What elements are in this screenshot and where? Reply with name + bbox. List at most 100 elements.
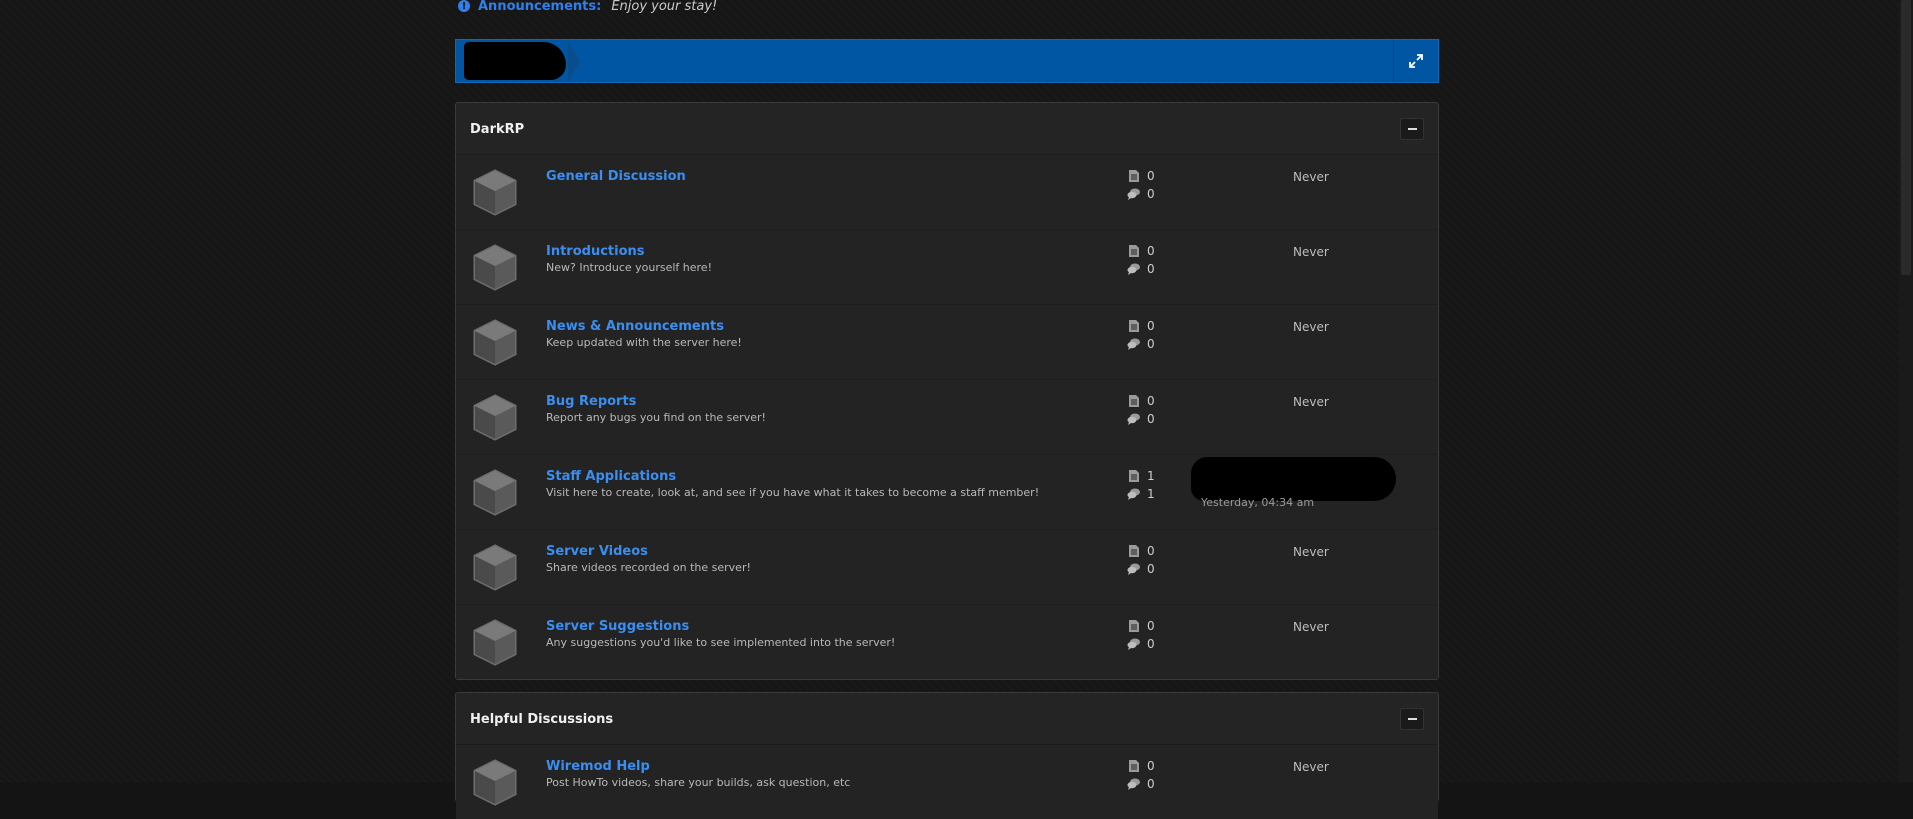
minus-icon [1407, 718, 1417, 720]
last-post-info: Never [1293, 760, 1329, 774]
board-topics-stat: 0 [1127, 412, 1155, 426]
posts-count: 0 [1147, 759, 1155, 773]
board-title-link[interactable]: Server Videos [546, 544, 648, 559]
document-icon [1129, 545, 1139, 557]
board-posts-stat: 1 [1127, 469, 1155, 483]
topics-count: 0 [1147, 562, 1155, 576]
comments-icon [1127, 338, 1140, 350]
board-topics-stat: 0 [1127, 562, 1155, 576]
comments-icon [1127, 488, 1140, 500]
board-posts-stat: 0 [1127, 169, 1155, 183]
breadcrumb-chevron [568, 40, 580, 82]
board-cube-icon[interactable] [472, 468, 518, 516]
category-title: Helpful Discussions [470, 712, 614, 727]
scrollbar-thumb[interactable] [1901, 0, 1911, 275]
posts-count: 0 [1147, 244, 1155, 258]
posts-count: 1 [1147, 469, 1155, 483]
topics-count: 0 [1147, 412, 1155, 426]
board-title-link[interactable]: Bug Reports [546, 394, 636, 409]
board-topics-stat: 0 [1127, 187, 1155, 201]
comments-icon [1127, 413, 1140, 425]
collapse-button[interactable] [1400, 708, 1424, 730]
board-row: News & Announcements Keep updated with th… [456, 304, 1438, 379]
board-row: Staff Applications Visit here to create, … [456, 454, 1438, 529]
board-title-link[interactable]: General Discussion [546, 169, 686, 184]
last-post-info: Never [1293, 170, 1329, 184]
board-topics-stat: 0 [1127, 337, 1155, 351]
board-row: General Discussion 0 0 Never [456, 155, 1438, 229]
last-post-info: Never [1293, 545, 1329, 559]
category-header: DarkRP [456, 103, 1438, 155]
board-title-link[interactable]: Staff Applications [546, 469, 676, 484]
last-post-time: Yesterday, 04:34 am [1201, 496, 1315, 509]
category-helpful-discussions: Helpful Discussions Wiremod Help Post How… [455, 692, 1439, 819]
board-cube-icon[interactable] [472, 543, 518, 591]
page-scrollbar[interactable] [1899, 0, 1913, 782]
document-icon [1129, 170, 1139, 182]
board-posts-stat: 0 [1127, 319, 1155, 333]
announcement-bar: ! Announcements: Enjoy your stay! [458, 0, 717, 14]
board-title-link[interactable]: Server Suggestions [546, 619, 689, 634]
board-row: Server Videos Share videos recorded on th… [456, 529, 1438, 604]
redacted-last-post [1191, 457, 1396, 501]
board-cube-icon[interactable] [472, 393, 518, 441]
category-header: Helpful Discussions [456, 693, 1438, 745]
board-title-link[interactable]: News & Announcements [546, 319, 724, 334]
board-posts-stat: 0 [1127, 544, 1155, 558]
announcement-text: Enjoy your stay! [611, 0, 718, 14]
posts-count: 0 [1147, 544, 1155, 558]
board-title-link[interactable]: Wiremod Help [546, 759, 650, 774]
board-row: Bug Reports Report any bugs you find on t… [456, 379, 1438, 454]
board-description: Report any bugs you find on the server! [546, 411, 766, 424]
board-posts-stat: 0 [1127, 244, 1155, 258]
comments-icon [1127, 778, 1140, 790]
document-icon [1129, 620, 1139, 632]
board-row: Server Suggestions Any suggestions you'd … [456, 604, 1438, 679]
collapse-button[interactable] [1400, 118, 1424, 140]
board-cube-icon[interactable] [472, 618, 518, 666]
minus-icon [1407, 128, 1417, 130]
board-posts-stat: 0 [1127, 759, 1155, 773]
last-post-info: Never [1293, 395, 1329, 409]
expand-icon[interactable] [1393, 40, 1438, 82]
board-title-link[interactable]: Introductions [546, 244, 645, 259]
board-topics-stat: 0 [1127, 777, 1155, 791]
posts-count: 0 [1147, 619, 1155, 633]
board-topics-stat: 1 [1127, 487, 1155, 501]
board-description: Post HowTo videos, share your builds, as… [546, 776, 851, 789]
board-posts-stat: 0 [1127, 394, 1155, 408]
last-post-info: Never [1293, 245, 1329, 259]
category-darkrp: DarkRP General Discussion 0 0 Never Introduc… [455, 102, 1439, 680]
board-description: Any suggestions you'd like to see implem… [546, 636, 896, 649]
document-icon [1129, 395, 1139, 407]
document-icon [1129, 760, 1139, 772]
board-row: Introductions New? Introduce yourself her… [456, 229, 1438, 304]
board-description: Keep updated with the server here! [546, 336, 742, 349]
breadcrumb-navbar [455, 39, 1439, 83]
board-row: Wiremod Help Post HowTo videos, share you… [456, 745, 1438, 819]
comments-icon [1127, 263, 1140, 275]
topics-count: 1 [1147, 487, 1155, 501]
posts-count: 0 [1147, 169, 1155, 183]
topics-count: 0 [1147, 262, 1155, 276]
category-title: DarkRP [470, 122, 525, 137]
board-list: General Discussion 0 0 Never Introductions Ne… [456, 155, 1438, 679]
last-post-info: Never [1293, 320, 1329, 334]
board-cube-icon[interactable] [472, 243, 518, 291]
posts-count: 0 [1147, 394, 1155, 408]
comments-icon [1127, 563, 1140, 575]
board-cube-icon[interactable] [472, 318, 518, 366]
board-cube-icon[interactable] [472, 758, 518, 806]
board-description: New? Introduce yourself here! [546, 261, 712, 274]
board-description: Visit here to create, look at, and see i… [546, 486, 1040, 499]
board-description: Share videos recorded on the server! [546, 561, 751, 574]
document-icon [1129, 320, 1139, 332]
board-cube-icon[interactable] [472, 168, 518, 216]
board-topics-stat: 0 [1127, 637, 1155, 651]
posts-count: 0 [1147, 319, 1155, 333]
announcement-label: Announcements: [478, 0, 602, 14]
board-topics-stat: 0 [1127, 262, 1155, 276]
board-posts-stat: 0 [1127, 619, 1155, 633]
breadcrumb-home-redacted[interactable] [464, 42, 566, 80]
last-post-info: Never [1293, 620, 1329, 634]
